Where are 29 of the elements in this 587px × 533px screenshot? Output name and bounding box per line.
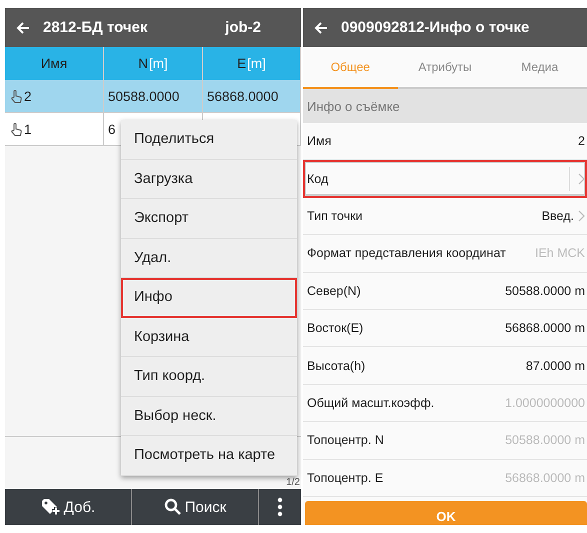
field-value: 50588.0000 m [505, 284, 585, 298]
table-cell: 56868.0000 [207, 88, 278, 104]
section-header: Инфо о съёмке [303, 89, 587, 123]
field-label: Общий масшт.коэфф. [307, 396, 434, 410]
field-label: Топоцентр. N [307, 433, 384, 448]
screen-title: 2812-БД точек [43, 19, 148, 36]
field-value: Введ. [542, 208, 574, 223]
field-value: 1.0000000000 [505, 396, 585, 410]
table-cell: 2 [24, 88, 32, 104]
field-label: Топоцентр. E [307, 470, 384, 485]
table-cell: 50588.0000 [108, 88, 180, 104]
screen-title: 0909092812-Инфо о точке [341, 19, 530, 36]
job-name: job-2 [225, 19, 261, 36]
field-label: Восток(E) [307, 321, 364, 336]
field-value: 56868.0000 m [505, 321, 585, 336]
field-label: Имя [307, 134, 332, 148]
field-value: IEh MCK [534, 246, 585, 260]
field-value: 2 [578, 134, 585, 148]
field-value: 50588.0000 m [505, 433, 585, 448]
field-label: Формат представления координат [307, 246, 506, 260]
field-value: 87.0000 m [526, 358, 585, 373]
field-label: Тип точки [307, 208, 363, 223]
field-value: 56868.0000 m [505, 470, 585, 485]
table-cell: 6 [108, 122, 116, 136]
field-label: Код [307, 172, 328, 186]
page-indicator: 1/2 [286, 477, 300, 488]
field-label: Север(N) [307, 284, 361, 298]
field-label: Высота(h) [307, 358, 366, 373]
table-cell: 1 [24, 122, 32, 136]
